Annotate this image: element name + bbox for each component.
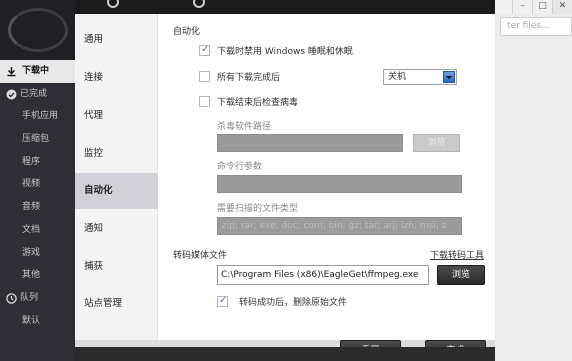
scan-types-label: 需要扫描的文件类型 — [217, 204, 299, 214]
sidebar-item-archives[interactable]: 压缩包 — [0, 128, 75, 151]
disable-sleep-checkbox[interactable] — [199, 44, 210, 56]
command-args-field[interactable] — [217, 175, 462, 193]
sidebar-item-programs[interactable]: 程序 — [0, 151, 75, 174]
sidebar-item-other[interactable]: 其他 — [0, 264, 75, 287]
section-title: 自动化 — [173, 27, 201, 37]
sidebar-item-label: 音频 — [22, 202, 41, 213]
transcoder-browse-button[interactable]: 浏览 — [437, 265, 485, 285]
download-transcoder-link[interactable]: 下载转码工具 — [430, 248, 484, 261]
sidebar-item-label: 已完成 — [20, 88, 48, 99]
window-controls: – □ ✕ — [495, 0, 572, 14]
sidebar-item-games[interactable]: 游戏 — [0, 242, 75, 265]
app-sidebar: 下载中 已完成 手机应用 压缩包 程序 视频 音频 文档 游戏 其他 队列 默认 — [0, 0, 75, 361]
sidebar-item-label: 默认 — [22, 315, 41, 326]
check-circle-icon — [6, 89, 17, 100]
antivirus-path-field[interactable] — [217, 134, 403, 152]
tab-notifications[interactable]: 通知 — [75, 211, 158, 247]
command-args-label: 命令行参数 — [217, 162, 263, 172]
dialog-bottom-edge — [75, 347, 495, 361]
sidebar-item-mobile-apps[interactable]: 手机应用 — [0, 105, 75, 128]
app-logo — [0, 0, 75, 60]
after-all-complete-checkbox[interactable] — [199, 71, 210, 82]
scan-types-field[interactable]: zip; rar; exe; doc; com; bin; gz; tar; a… — [217, 217, 462, 235]
delete-original-checkbox[interactable] — [217, 295, 228, 307]
tab-proxy[interactable]: 代理 — [75, 98, 158, 134]
banner-ornament — [193, 0, 205, 8]
sidebar-item-video[interactable]: 视频 — [0, 173, 75, 196]
sidebar-item-label: 队列 — [20, 292, 39, 303]
select-value: 关机 — [388, 72, 407, 82]
sidebar-item-label: 下载中 — [22, 66, 50, 76]
virus-check-label: 下载结束后检查病毒 — [217, 98, 299, 108]
tab-connection[interactable]: 连接 — [75, 60, 158, 96]
transcoder-path-input[interactable]: C:\Program Files (x86)\EagleGet\ffmpeg.e… — [217, 265, 429, 285]
sidebar-item-label: 压缩包 — [22, 134, 50, 145]
disable-sleep-label: 下载时禁用 Windows 睡眠和休眠 — [217, 47, 353, 57]
app-category-nav: 下载中 已完成 手机应用 压缩包 程序 视频 音频 文档 游戏 其他 队列 默认 — [0, 60, 75, 332]
tab-capture[interactable]: 捕获 — [75, 249, 158, 285]
virus-check-checkbox[interactable] — [199, 96, 210, 107]
after-complete-action-select[interactable]: 关机 — [383, 69, 457, 85]
logo-swirl-graphic — [8, 8, 68, 52]
tab-general[interactable]: 通用 — [75, 22, 158, 58]
sidebar-item-label: 其他 — [22, 270, 41, 281]
sidebar-item-label: 文档 — [22, 224, 41, 235]
sidebar-item-label: 视频 — [22, 179, 41, 190]
sidebar-item-label: 手机应用 — [22, 111, 59, 122]
delete-original-label: 转码成功后，删除原始文件 — [239, 298, 348, 308]
settings-dialog: 通用 连接 代理 监控 自动化 通知 捕获 站点管理 自动化 下载时禁用 Win… — [75, 14, 495, 361]
search-input[interactable]: ter files... — [500, 17, 572, 36]
close-button[interactable]: ✕ — [552, 0, 572, 14]
tab-automation[interactable]: 自动化 — [75, 173, 158, 209]
sidebar-item-label: 程序 — [22, 156, 41, 167]
sidebar-item-downloading[interactable]: 下载中 — [0, 60, 75, 83]
scan-types-value: zip; rar; exe; doc; com; bin; gz; tar; a… — [222, 221, 447, 231]
antivirus-path-label: 杀毒软件路径 — [217, 122, 272, 132]
sidebar-item-default-queue[interactable]: 默认 — [0, 310, 75, 333]
sidebar-item-documents[interactable]: 文档 — [0, 219, 75, 242]
sidebar-item-queue[interactable]: 队列 — [0, 287, 75, 310]
sidebar-item-audio[interactable]: 音频 — [0, 196, 75, 219]
chevron-down-icon — [443, 71, 455, 83]
sidebar-item-completed[interactable]: 已完成 — [0, 83, 75, 106]
download-icon — [6, 66, 17, 77]
tab-site-manager[interactable]: 站点管理 — [75, 286, 158, 322]
antivirus-browse-button[interactable]: 浏览 — [413, 134, 460, 152]
settings-nav: 通用 连接 代理 监控 自动化 通知 捕获 站点管理 — [75, 14, 158, 361]
minimize-button[interactable]: – — [512, 0, 532, 14]
after-all-complete-label: 所有下载完成后 — [217, 73, 281, 83]
clock-icon — [6, 293, 17, 304]
sidebar-item-label: 游戏 — [22, 247, 41, 258]
tab-monitor[interactable]: 监控 — [75, 136, 158, 172]
transcode-label: 转码媒体文件 — [173, 251, 228, 261]
maximize-button[interactable]: □ — [532, 0, 552, 14]
banner-ornament — [107, 0, 119, 8]
app-content-edge — [495, 14, 572, 361]
